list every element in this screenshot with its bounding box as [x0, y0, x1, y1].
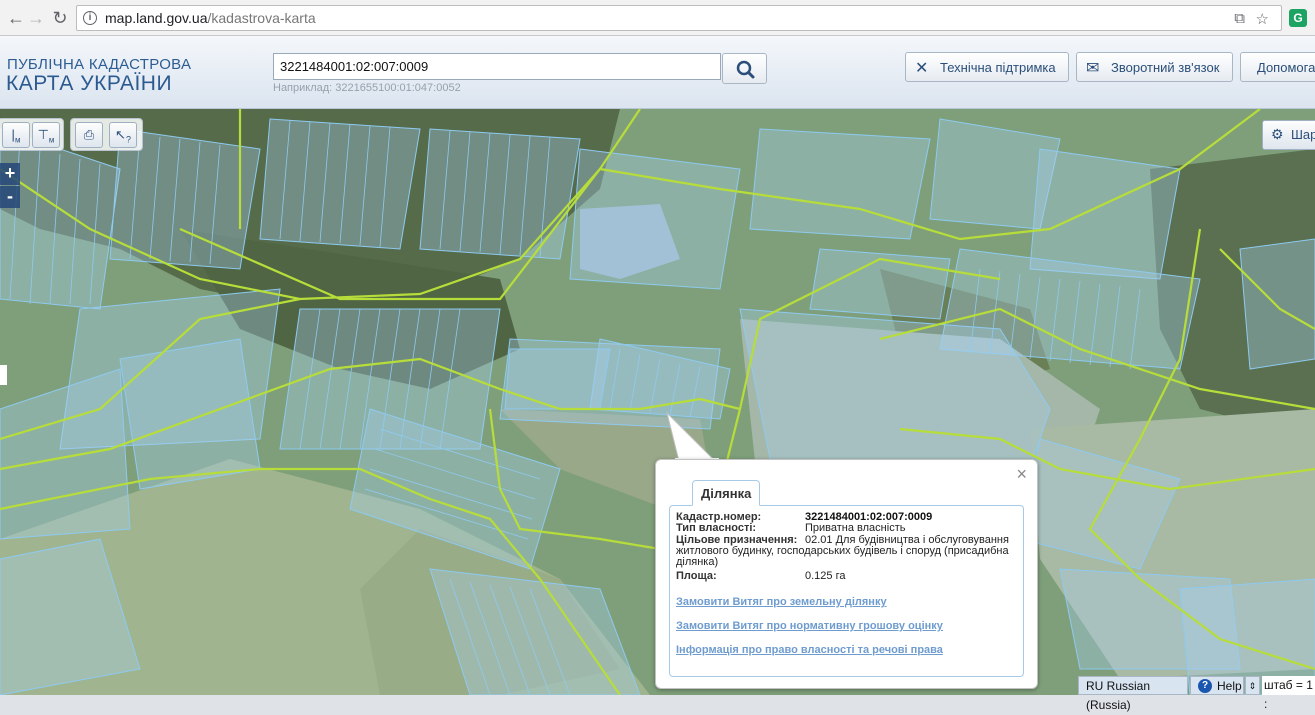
zoom-out-button[interactable]: -	[0, 186, 20, 208]
help-icon: ?	[1198, 679, 1212, 693]
cursor-help-icon: ↖?	[115, 127, 131, 145]
translate-icon[interactable]: ⧉	[1234, 10, 1245, 27]
search-button[interactable]	[722, 53, 767, 84]
printer-icon: ⎙	[83, 127, 95, 142]
close-icon[interactable]: ×	[1016, 464, 1027, 485]
layers-button[interactable]: ⚙ Шар	[1262, 120, 1315, 150]
reload-icon[interactable]: ↻	[48, 6, 72, 30]
forward-icon[interactable]: →	[24, 6, 48, 30]
support-button[interactable]: ✕ Технічна підтримка	[905, 52, 1069, 82]
side-panel-toggle[interactable]	[0, 365, 7, 385]
help-button[interactable]: Допомога	[1240, 52, 1315, 82]
brand-line1: ПУБЛІЧНА КАДАСТРОВА	[7, 56, 192, 73]
browser-toolbar: ← → ↻ i map.land.gov.ua/kadastrova-karta…	[0, 0, 1315, 36]
taskbar-scroll-icon[interactable]: ⇕	[1245, 676, 1260, 695]
app-header: ПУБЛІЧНА КАДАСТРОВА КАРТА УКРАЇНИ Наприк…	[0, 36, 1315, 109]
field-purpose: Цільове призначення: 02.01 Для будівницт…	[676, 534, 1009, 568]
order-extract-link[interactable]: Замовити Витяг про земельну ділянку	[676, 596, 887, 608]
zoom-in-button[interactable]: +	[0, 163, 20, 185]
extension-icon[interactable]: G	[1289, 9, 1307, 27]
ownership-info-link[interactable]: Інформація про право власності та речові…	[676, 644, 943, 656]
bookmark-star-icon[interactable]: ☆	[1256, 10, 1269, 28]
feedback-button[interactable]: ✉ Зворотний зв'язок	[1076, 52, 1233, 82]
print-button[interactable]: ⎙	[75, 122, 103, 148]
tab-parcel[interactable]: Ділянка	[692, 480, 761, 506]
cadastral-search-input[interactable]	[273, 53, 721, 80]
info-icon[interactable]: i	[83, 11, 97, 25]
print-identify-tools: ⎙ ↖?	[70, 118, 143, 151]
measure-distance-button[interactable]: |м	[2, 122, 30, 148]
parcel-info-panel: Кадастр.номер: 3221484001:02:007:0009 Ти…	[669, 505, 1024, 677]
parcel-info-popup: × Ділянка Кадастр.номер: 3221484001:02:0…	[655, 459, 1038, 689]
search-icon	[736, 60, 755, 79]
address-bar[interactable]: i map.land.gov.ua/kadastrova-karta ⧉ ☆	[76, 5, 1282, 31]
tools-icon: ✕	[915, 60, 929, 77]
identify-button[interactable]: ↖?	[109, 122, 137, 148]
search-hint: Наприклад: 3221655100:01:047:0052	[273, 82, 461, 94]
scale-indicator: штаб = 1 :	[1262, 676, 1315, 711]
language-indicator[interactable]: RU Russian (Russia)	[1078, 676, 1188, 712]
envelope-icon: ✉	[1086, 60, 1100, 77]
popup-pointer	[666, 411, 719, 463]
brand-line2: КАРТА УКРАЇНИ	[6, 72, 173, 95]
url-text[interactable]: map.land.gov.ua/kadastrova-karta	[105, 10, 316, 26]
help-indicator[interactable]: ? Help	[1190, 676, 1244, 695]
measure-tools: |м ⊤м	[0, 118, 64, 151]
measure-area-button[interactable]: ⊤м	[32, 122, 60, 148]
cadastral-map[interactable]: |м ⊤м ⎙ ↖? + - ⚙ Шар × Ділянка Кадастр.н…	[0, 109, 1315, 695]
order-valuation-link[interactable]: Замовити Витяг про нормативну грошову оц…	[676, 620, 943, 632]
gear-icon: ⚙	[1271, 126, 1284, 142]
